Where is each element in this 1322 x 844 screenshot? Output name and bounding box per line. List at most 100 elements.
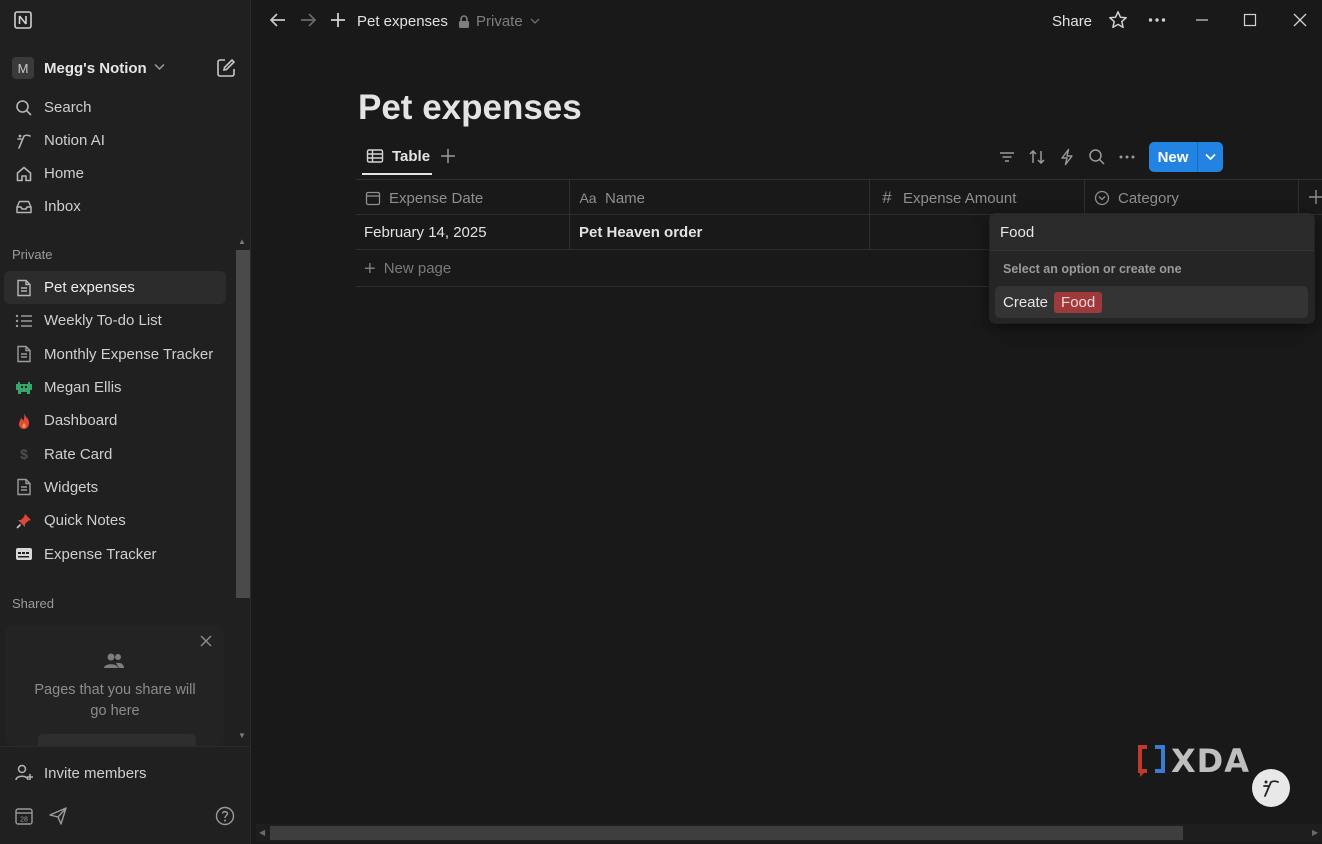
shared-empty-text: Pages that you share will go here (34, 682, 196, 719)
more-options-icon[interactable] (1147, 10, 1167, 30)
chevron-down-icon (530, 18, 540, 24)
notion-ai-help-button[interactable] (1252, 769, 1290, 807)
sidebar-page-weekly-todo[interactable]: Weekly To-do List (4, 304, 226, 337)
help-icon[interactable] (215, 806, 235, 826)
scroll-up-arrow-icon[interactable]: ▲ (238, 237, 246, 246)
column-divider (1084, 179, 1085, 214)
column-header-name[interactable]: Aa Name (578, 189, 645, 207)
option-tag: Food (1054, 291, 1103, 313)
space-invader-icon (14, 378, 34, 398)
select-icon (1093, 189, 1111, 207)
star-icon[interactable] (1108, 10, 1128, 30)
sidebar-scrollbar-thumb[interactable] (236, 250, 250, 598)
column-header-expense-amount[interactable]: # Expense Amount (878, 188, 1017, 207)
forward-arrow-icon[interactable] (298, 10, 318, 30)
sidebar-page-megan-ellis[interactable]: Megan Ellis (4, 371, 226, 404)
add-view-icon[interactable] (440, 148, 456, 164)
new-page-button[interactable]: + New page (364, 257, 452, 280)
page-title[interactable]: Pet expenses (358, 88, 582, 128)
workspace-avatar: M (12, 57, 34, 79)
sidebar-page-rate-card[interactable]: $ Rate Card (4, 437, 226, 470)
private-section-label[interactable]: Private (12, 247, 52, 262)
invite-members-button[interactable]: Invite members (14, 763, 147, 783)
sidebar-item-label: Home (44, 165, 85, 182)
plus-icon: + (364, 257, 376, 280)
tab-table-view[interactable]: Table (366, 147, 430, 165)
create-option[interactable]: Create Food (995, 286, 1308, 318)
search-icon[interactable] (1088, 148, 1106, 166)
sidebar-item-search[interactable]: Search (0, 91, 251, 124)
sort-icon[interactable] (1028, 148, 1046, 166)
people-icon (104, 653, 124, 668)
sidebar-nav: Search Notion AI Home Inbox (0, 91, 251, 223)
plus-icon[interactable] (328, 10, 348, 30)
share-button[interactable]: Share (1052, 13, 1092, 30)
chevron-down-icon[interactable] (1198, 153, 1223, 161)
column-header-label: Expense Amount (903, 189, 1017, 207)
sidebar-item-inbox[interactable]: Inbox (0, 190, 251, 223)
close-icon[interactable] (200, 634, 212, 650)
horizontal-scrollbar-thumb[interactable] (270, 826, 1183, 840)
chevron-down-icon (154, 62, 165, 74)
automation-bolt-icon[interactable] (1058, 148, 1076, 166)
sidebar-page-label: Pet expenses (44, 279, 135, 297)
sidebar-page-label: Widgets (44, 478, 99, 496)
notion-logo-icon[interactable] (13, 10, 33, 30)
privacy-label: Private (476, 13, 523, 30)
sidebar-page-label: Monthly Expense Tracker (44, 345, 214, 363)
new-page-label: New page (383, 260, 452, 277)
cell-expense-date[interactable]: February 14, 2025 (364, 224, 487, 241)
table-icon (366, 149, 384, 163)
sidebar-page-dashboard[interactable]: Dashboard (4, 404, 226, 437)
add-column-icon[interactable] (1309, 189, 1322, 205)
sidebar-page-widgets[interactable]: Widgets (4, 471, 226, 504)
new-button[interactable]: New (1149, 142, 1223, 172)
sidebar-page-label: Dashboard (44, 412, 118, 430)
page-icon (14, 278, 34, 298)
new-page-compose-icon[interactable] (215, 57, 237, 79)
fire-icon (14, 411, 34, 431)
privacy-indicator[interactable]: Private (458, 13, 540, 30)
xda-wordmark: XDA (1171, 742, 1250, 780)
pushpin-icon (14, 511, 34, 531)
filter-icon[interactable] (998, 148, 1016, 166)
maximize-icon[interactable] (1240, 10, 1260, 30)
list-icon (14, 311, 34, 331)
active-tab-indicator (362, 173, 432, 175)
calendar-app-icon[interactable]: 28 (14, 806, 34, 826)
start-collaborating-button[interactable] (38, 734, 196, 746)
workspace-switcher[interactable]: M Megg's Notion (12, 56, 165, 80)
back-arrow-icon[interactable] (268, 10, 288, 30)
sidebar-page-quick-notes[interactable]: Quick Notes (4, 504, 226, 537)
scroll-down-arrow-icon[interactable]: ▼ (238, 731, 246, 740)
top-bar: Pet expenses Private Share (252, 0, 1322, 42)
scroll-left-arrow-icon[interactable]: ◀ (259, 828, 265, 837)
sidebar-page-monthly-expense-tracker[interactable]: Monthly Expense Tracker (4, 338, 226, 371)
column-header-label: Name (605, 189, 646, 207)
page-icon (14, 477, 34, 497)
scroll-right-arrow-icon[interactable]: ▶ (1312, 828, 1318, 837)
send-mail-icon[interactable] (48, 806, 68, 826)
sidebar-page-label: Quick Notes (44, 512, 126, 530)
shared-section-label[interactable]: Shared (12, 596, 54, 611)
column-header-expense-date[interactable]: Expense Date (364, 189, 483, 207)
category-search-input[interactable]: Food (990, 214, 1314, 251)
column-header-label: Category (1118, 189, 1179, 207)
sidebar-item-notion-ai[interactable]: Notion AI (0, 124, 251, 157)
cell-name[interactable]: Pet Heaven order (579, 224, 702, 241)
xda-bracket-logo-icon (1138, 745, 1165, 777)
sidebar-item-label: Notion AI (44, 132, 105, 149)
shared-empty-card: Pages that you share will go here (5, 626, 224, 746)
dropdown-hint: Select an option or create one (1003, 262, 1182, 276)
breadcrumb-page-title[interactable]: Pet expenses (357, 13, 448, 30)
minimize-icon[interactable] (1192, 10, 1212, 30)
calendar-icon (364, 189, 382, 207)
close-window-icon[interactable] (1290, 10, 1310, 30)
sidebar-page-pet-expenses[interactable]: Pet expenses (4, 271, 226, 305)
sidebar-page-label: Expense Tracker (44, 545, 157, 563)
more-options-icon[interactable] (1118, 148, 1136, 166)
sidebar-page-expense-tracker[interactable]: Expense Tracker (4, 537, 226, 570)
table-border (356, 179, 1322, 180)
column-header-category[interactable]: Category (1093, 189, 1179, 207)
sidebar-item-home[interactable]: Home (0, 157, 251, 190)
